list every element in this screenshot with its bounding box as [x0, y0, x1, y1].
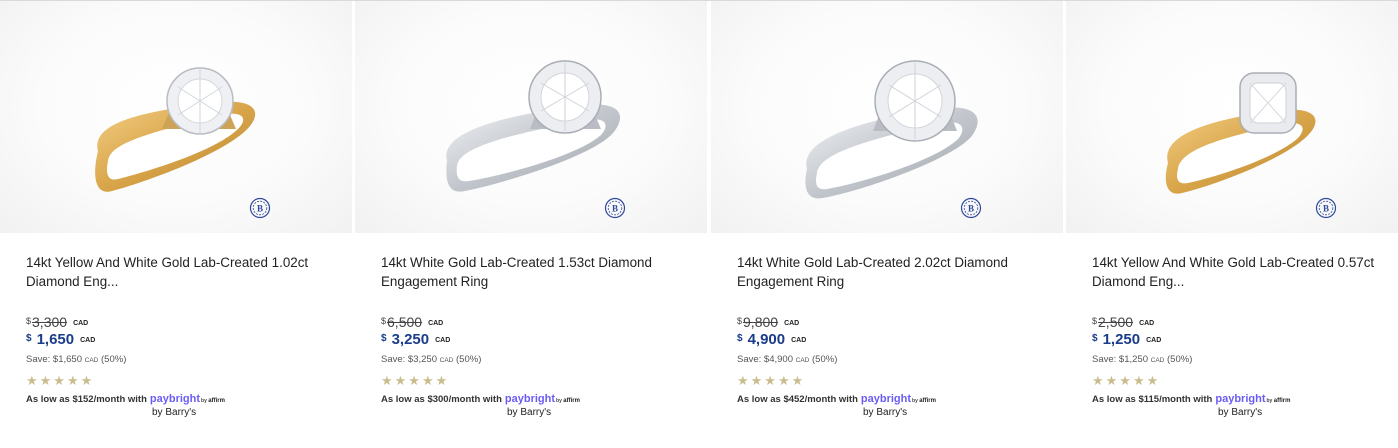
product-image[interactable]: B: [711, 1, 1063, 233]
financing-text[interactable]: As low as $152/month with paybrightby aff…: [26, 393, 225, 405]
star-rating: ★★★★★: [1092, 373, 1161, 388]
product-title[interactable]: 14kt White Gold Lab-Created 1.53ct Diamo…: [381, 253, 681, 291]
seller-name: by Barry's: [152, 407, 197, 418]
star-rating: ★★★★★: [737, 373, 806, 388]
sale-price: $3,250 CAD: [381, 331, 451, 348]
paybright-logo: paybright: [504, 393, 556, 405]
financing-text[interactable]: As low as $452/month with paybrightby aff…: [737, 393, 936, 405]
product-card[interactable]: B 14kt White Gold Lab-Created 1.53ct Dia…: [355, 1, 711, 448]
paybright-logo: paybright: [1215, 393, 1266, 405]
svg-text:B: B: [1323, 204, 1329, 214]
product-image[interactable]: B: [1066, 1, 1398, 233]
product-image[interactable]: B: [355, 1, 707, 233]
barrys-b-badge-icon: B: [960, 197, 982, 219]
affirm-logo: by affirm: [1266, 398, 1291, 404]
barrys-b-badge-icon: B: [249, 197, 271, 219]
sale-price: $4,900 CAD: [737, 331, 807, 348]
barrys-b-badge-icon: B: [1315, 197, 1337, 219]
product-card[interactable]: B 14kt Yellow And White Gold Lab-Created…: [0, 1, 356, 448]
product-title[interactable]: 14kt Yellow And White Gold Lab-Created 1…: [26, 253, 326, 291]
product-grid: B 14kt Yellow And White Gold Lab-Created…: [0, 1, 1398, 448]
seller-name: by Barry's: [507, 407, 552, 418]
product-title[interactable]: 14kt Yellow And White Gold Lab-Created 0…: [1092, 253, 1392, 291]
product-image[interactable]: B: [0, 1, 352, 233]
ring-image: [1165, 72, 1316, 194]
financing-text[interactable]: As low as $115/month with paybrightby aff…: [1092, 393, 1290, 405]
original-price: $6,500 CAD: [381, 314, 444, 330]
original-price: $3,300 CAD: [26, 314, 89, 330]
savings-text: Save: $1,250 CAD (50%): [1092, 354, 1193, 365]
savings-text: Save: $1,650 CAD (50%): [26, 354, 127, 365]
star-rating: ★★★★★: [381, 373, 450, 388]
sale-price: $1,650 CAD: [26, 331, 96, 348]
savings-text: Save: $4,900 CAD (50%): [737, 354, 838, 365]
seller-name: by Barry's: [1218, 407, 1263, 418]
savings-text: Save: $3,250 CAD (50%): [381, 354, 482, 365]
affirm-logo: by affirm: [912, 398, 936, 404]
seller-name: by Barry's: [863, 407, 908, 418]
sale-price: $1,250 CAD: [1092, 331, 1162, 348]
paybright-logo: paybright: [860, 393, 912, 405]
original-price: $2,500 CAD: [1092, 314, 1155, 330]
paybright-logo: paybright: [149, 393, 201, 405]
original-price: $9,800 CAD: [737, 314, 800, 330]
ring-image: [805, 60, 978, 199]
affirm-logo: by affirm: [201, 398, 225, 404]
barrys-b-badge-icon: B: [604, 197, 626, 219]
star-rating: ★★★★★: [26, 373, 95, 388]
ring-image: [95, 67, 256, 192]
svg-text:B: B: [968, 204, 974, 214]
ring-image: [446, 60, 621, 192]
svg-text:B: B: [612, 204, 618, 214]
product-title[interactable]: 14kt White Gold Lab-Created 2.02ct Diamo…: [737, 253, 1037, 291]
product-card[interactable]: B 14kt Yellow And White Gold Lab-Created…: [1066, 1, 1398, 448]
financing-text[interactable]: As low as $300/month with paybrightby aff…: [381, 393, 580, 405]
product-card[interactable]: B 14kt White Gold Lab-Created 2.02ct Dia…: [711, 1, 1067, 448]
affirm-logo: by affirm: [556, 398, 580, 404]
svg-text:B: B: [257, 204, 263, 214]
